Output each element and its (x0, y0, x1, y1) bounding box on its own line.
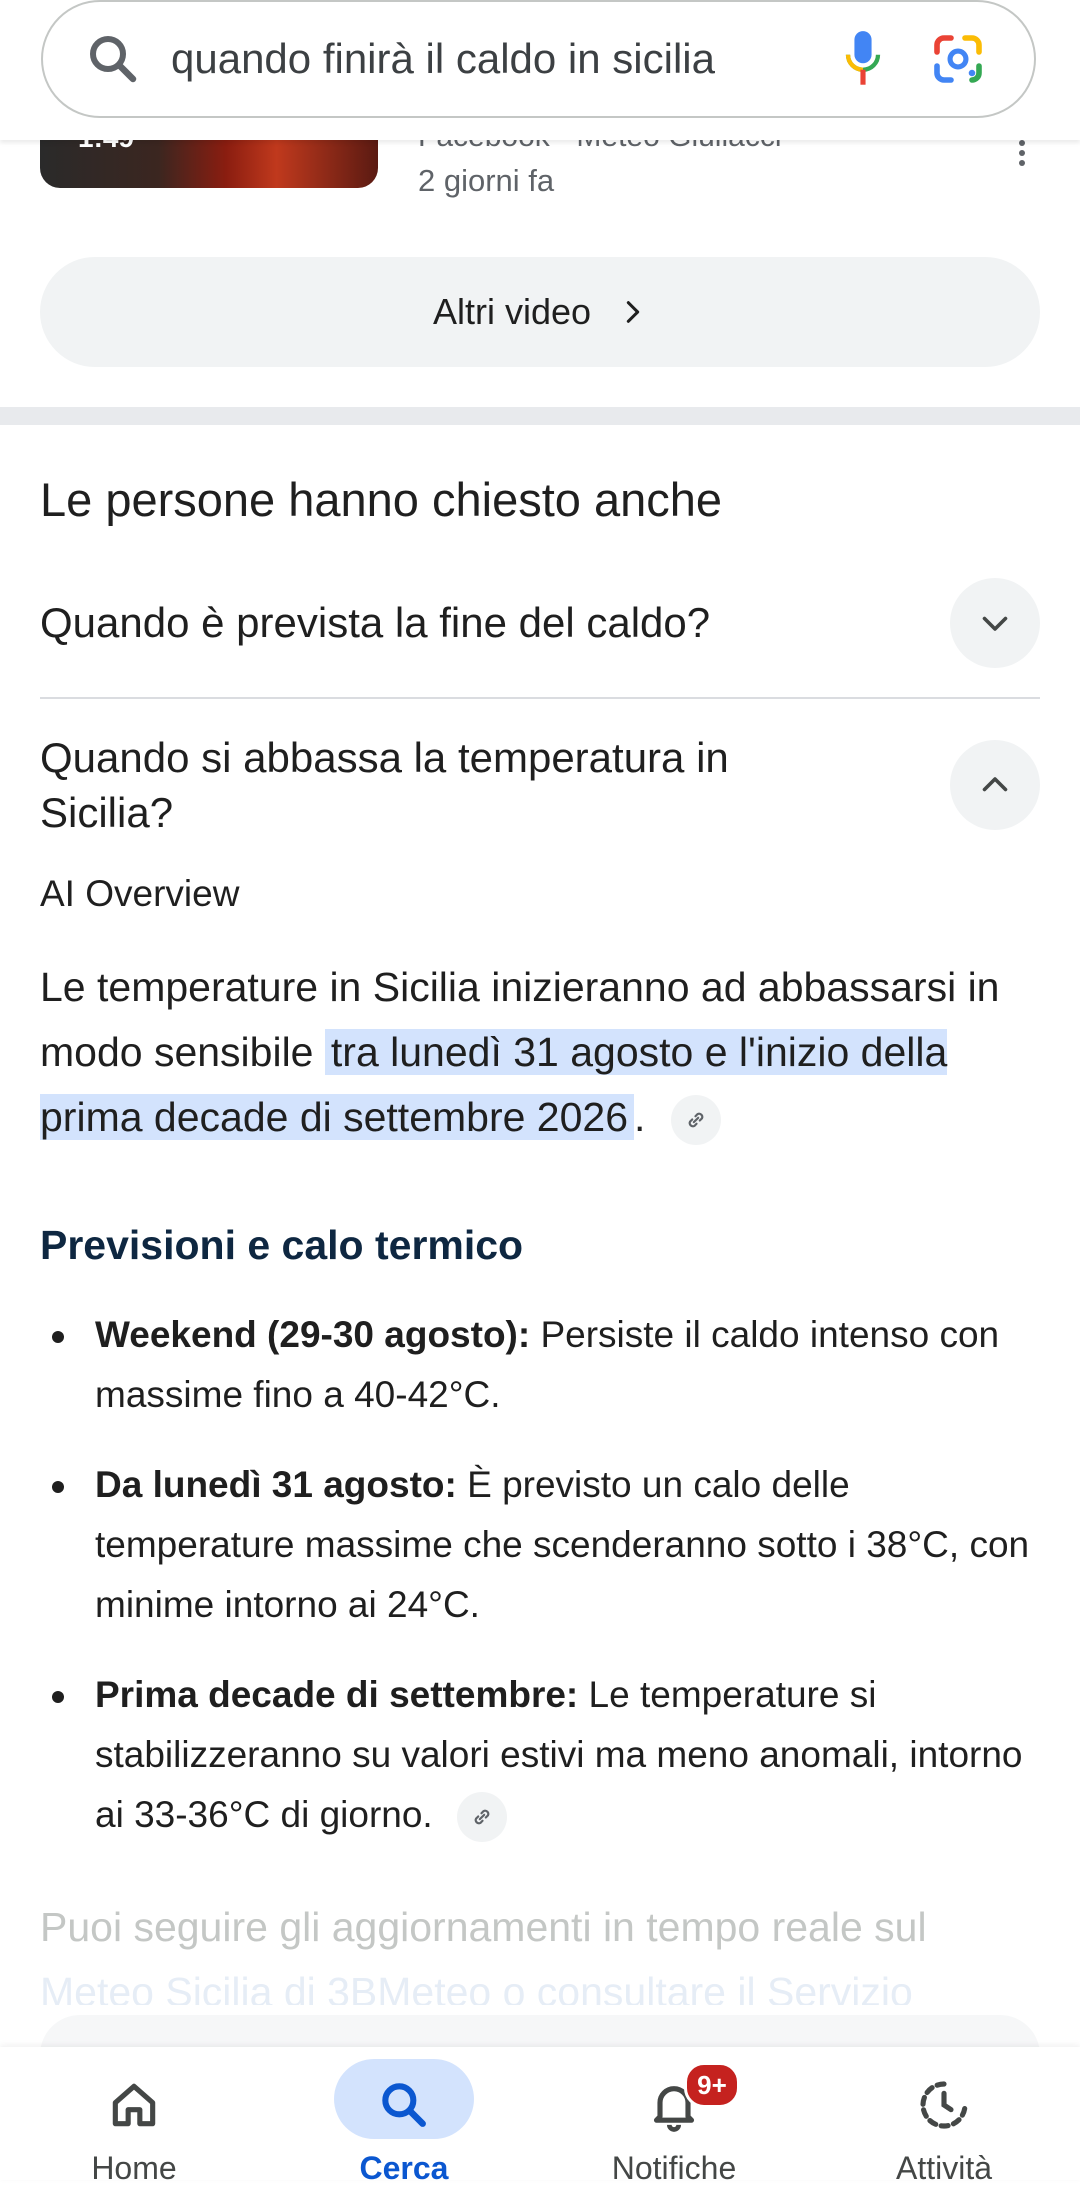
nav-activity[interactable]: Attività (854, 2047, 1034, 2186)
forecast-list: Weekend (29-30 agosto): Persiste il cald… (40, 1305, 1040, 1875)
collapse-button[interactable] (950, 740, 1040, 830)
list-item-heading: Prima decade di settembre: (95, 1674, 579, 1715)
more-options-icon[interactable] (1010, 138, 1034, 168)
section-title: Previsioni e calo termico (40, 1222, 524, 1268)
list-item-heading: Weekend (29-30 agosto): (95, 1314, 531, 1355)
nav-label: Attività (895, 2150, 993, 2186)
source-link-button[interactable] (670, 1095, 721, 1146)
nav-label: Home (91, 2150, 177, 2186)
faded-line-1: Puoi seguire gli aggiornamenti in tempo … (40, 1904, 927, 1950)
bottom-navigation: Home Cerca 9+ Notifiche Attività (0, 2047, 1080, 2186)
nav-search[interactable]: Cerca (314, 2047, 494, 2186)
expand-button[interactable] (950, 578, 1040, 668)
faded-continuation: Puoi seguire gli aggiornamenti in tempo … (40, 1895, 1040, 2005)
activity-icon (920, 2081, 968, 2129)
list-item-heading: Da lunedì 31 agosto: (95, 1464, 457, 1505)
chevron-down-icon (982, 616, 1008, 631)
search-icon (382, 2083, 426, 2127)
nav-home[interactable]: Home (44, 2047, 224, 2186)
chevron-right-icon (626, 301, 640, 323)
list-item: Weekend (29-30 agosto): Persiste il cald… (40, 1305, 1040, 1425)
search-bar[interactable]: quando finirà il caldo in sicilia (41, 0, 1036, 118)
question-separator (40, 697, 1040, 699)
search-icon[interactable] (83, 29, 143, 89)
chevron-up-icon (982, 777, 1008, 792)
nav-notifications[interactable]: 9+ Notifiche (584, 2047, 764, 2186)
video-time: 2 giorni fa (418, 163, 555, 198)
section-divider (0, 407, 1080, 425)
ai-answer: Le temperature in Sicilia inizieranno ad… (40, 955, 1040, 1150)
faded-line-2: Meteo Sicilia di 3BMeteo o consultare il… (40, 1969, 913, 2005)
search-query[interactable]: quando finirà il caldo in sicilia (171, 35, 838, 83)
paa-question-1[interactable]: Quando è prevista la fine del caldo? (40, 595, 710, 650)
list-item: Da lunedì 31 agosto: È previsto un calo … (40, 1455, 1040, 1635)
paa-title: Le persone hanno chiesto anche (40, 473, 723, 526)
link-icon (474, 1809, 490, 1825)
answer-end: . (634, 1094, 646, 1140)
more-videos-button[interactable]: Altri video (40, 257, 1040, 367)
link-icon (688, 1112, 704, 1128)
notification-badge: 9+ (684, 2062, 740, 2108)
source-link-button[interactable] (457, 1792, 507, 1843)
nav-label: Cerca (359, 2150, 449, 2186)
ai-overview-label: AI Overview (40, 873, 240, 914)
paa-question-2[interactable]: Quando si abbassa la temperatura in Sici… (40, 730, 860, 840)
microphone-icon[interactable] (838, 29, 888, 89)
home-icon (112, 2083, 156, 2127)
list-item: Prima decade di settembre: Le temperatur… (40, 1665, 1040, 1845)
more-videos-label: Altri video (432, 291, 592, 332)
google-lens-icon[interactable] (930, 31, 986, 87)
nav-label: Notifiche (611, 2150, 737, 2186)
